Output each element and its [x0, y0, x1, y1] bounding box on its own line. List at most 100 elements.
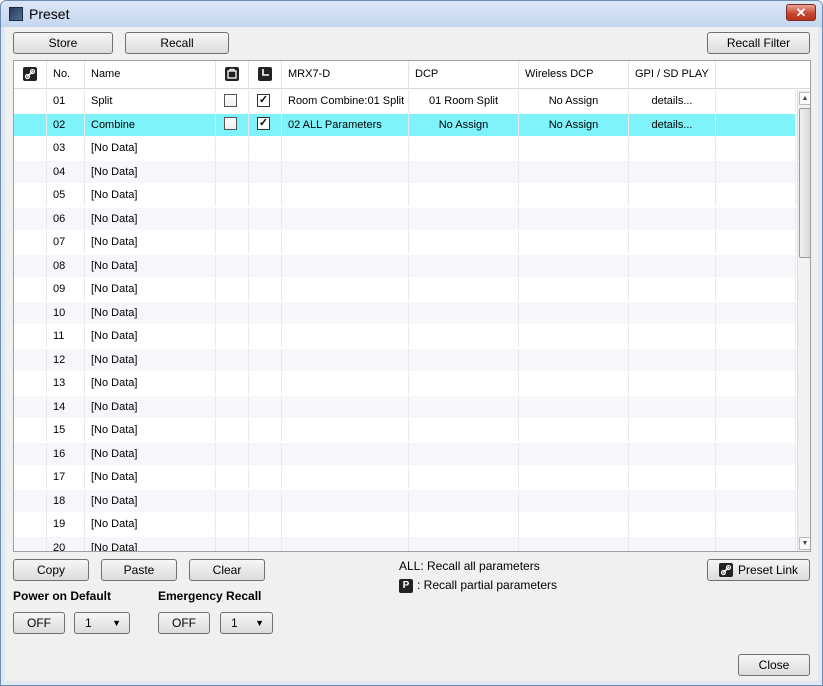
table-row[interactable]: 05 [No Data] [14, 184, 796, 208]
table-row[interactable]: 10 [No Data] [14, 301, 796, 325]
app-icon [9, 7, 23, 21]
scroll-up-icon[interactable]: ▲ [799, 92, 810, 105]
scheduler-cell [249, 160, 282, 183]
link-icon [718, 562, 733, 577]
table-row[interactable]: 14 [No Data] [14, 395, 796, 419]
table-row[interactable]: 13 [No Data] [14, 372, 796, 396]
clear-button[interactable]: Clear [189, 559, 265, 581]
copy-button[interactable]: Copy [13, 559, 89, 581]
table-row[interactable]: 09 [No Data] [14, 278, 796, 302]
store-button[interactable]: Store [13, 32, 113, 54]
dialog-client: Store Recall Recall Filter No. Name MRX7… [5, 27, 818, 681]
scheduler-checkbox[interactable]: ✓ [257, 93, 270, 107]
name-cell: [No Data] [85, 254, 216, 277]
table-row[interactable]: 11 [No Data] [14, 325, 796, 349]
table-row[interactable]: 02 Combine ✓ 02 ALL Parameters No Assign No A… [14, 113, 796, 137]
dcp-cell [409, 184, 519, 206]
protect-cell [216, 348, 249, 371]
power-on-preset-select[interactable]: 1 ▼ [74, 612, 130, 634]
mrx-cell [282, 184, 409, 206]
recall-button[interactable]: Recall [125, 32, 229, 54]
scheduler-cell [249, 372, 282, 394]
emergency-preset-value: 1 [231, 616, 238, 630]
col-no[interactable]: No. [47, 61, 85, 88]
scheduler-cell [249, 395, 282, 418]
scheduler-cell [249, 301, 282, 324]
mrx-cell [282, 348, 409, 371]
table-row[interactable]: 17 [No Data] [14, 466, 796, 490]
table-row[interactable]: 01 Split ✓ Room Combine:01 Split 01 Room Spl… [14, 90, 796, 114]
emergency-off-button[interactable]: OFF [158, 612, 210, 634]
col-wireless-dcp[interactable]: Wireless DCP [519, 61, 629, 88]
paste-button[interactable]: Paste [101, 559, 177, 581]
emergency-preset-select[interactable]: 1 ▼ [220, 612, 273, 634]
col-name[interactable]: Name [85, 61, 216, 88]
table-row[interactable]: 20 [No Data] [14, 536, 796, 551]
scheduler-cell: ✓ [249, 113, 282, 136]
gpi-cell[interactable]: details... [629, 113, 716, 136]
protect-checkbox[interactable] [224, 117, 237, 131]
col-dcp[interactable]: DCP [409, 61, 519, 88]
mrx-cell [282, 466, 409, 488]
mrx-cell [282, 372, 409, 394]
name-cell: [No Data] [85, 466, 216, 488]
legend-partial: P: Recall partial parameters [399, 578, 557, 593]
table-row[interactable]: 16 [No Data] [14, 442, 796, 466]
window-title: Preset [29, 6, 70, 22]
table-row[interactable]: 07 [No Data] [14, 231, 796, 255]
wireless-cell [519, 301, 629, 324]
table-row[interactable]: 18 [No Data] [14, 489, 796, 513]
mrx-cell [282, 395, 409, 418]
name-cell: [No Data] [85, 278, 216, 300]
no-cell: 20 [47, 536, 85, 551]
protect-cell [216, 137, 249, 159]
mrx-cell [282, 301, 409, 324]
table-row[interactable]: 06 [No Data] [14, 207, 796, 231]
col-gpi-sd-play[interactable]: GPI / SD PLAY [629, 61, 716, 88]
table-row[interactable]: 03 [No Data] [14, 137, 796, 161]
link-cell [14, 207, 47, 230]
scroll-thumb[interactable] [799, 108, 810, 258]
mrx-cell [282, 442, 409, 465]
table-row[interactable]: 04 [No Data] [14, 160, 796, 184]
wireless-cell [519, 254, 629, 277]
mrx-cell [282, 254, 409, 277]
link-cell [14, 254, 47, 277]
name-cell: [No Data] [85, 137, 216, 159]
wireless-cell [519, 489, 629, 512]
power-on-off-label: OFF [27, 616, 51, 630]
table-row[interactable]: 15 [No Data] [14, 419, 796, 443]
no-cell: 08 [47, 254, 85, 277]
scroll-down-icon[interactable]: ▼ [799, 537, 810, 550]
protect-cell [216, 442, 249, 465]
table-row[interactable]: 19 [No Data] [14, 513, 796, 537]
gpi-cell [629, 301, 716, 324]
pad-cell [716, 207, 796, 230]
mrx-cell [282, 207, 409, 230]
pad-cell [716, 325, 796, 347]
power-on-off-button[interactable]: OFF [13, 612, 65, 634]
vertical-scrollbar[interactable]: ▲ ▼ [797, 90, 810, 551]
table-row[interactable]: 08 [No Data] [14, 254, 796, 278]
link-cell [14, 137, 47, 159]
wireless-cell [519, 325, 629, 347]
dcp-cell [409, 325, 519, 347]
no-cell: 06 [47, 207, 85, 230]
close-window-button[interactable]: ✕ [786, 4, 816, 21]
table-row[interactable]: 12 [No Data] [14, 348, 796, 372]
gpi-cell[interactable]: details... [629, 90, 716, 112]
close-button[interactable]: Close [738, 654, 810, 676]
protect-checkbox[interactable] [224, 93, 237, 107]
recall-button-label: Recall [160, 36, 194, 50]
scheduler-cell [249, 325, 282, 347]
dcp-cell [409, 466, 519, 488]
scheduler-cell [249, 278, 282, 300]
col-mrx7-d[interactable]: MRX7-D [282, 61, 409, 88]
name-cell: [No Data] [85, 231, 216, 253]
protect-cell [216, 278, 249, 300]
recall-filter-button[interactable]: Recall Filter [707, 32, 810, 54]
scheduler-checkbox[interactable]: ✓ [257, 117, 270, 131]
legend-all: ALL: Recall all parameters [399, 559, 540, 573]
preset-link-button[interactable]: Preset Link [707, 559, 810, 581]
name-cell: [No Data] [85, 184, 216, 206]
